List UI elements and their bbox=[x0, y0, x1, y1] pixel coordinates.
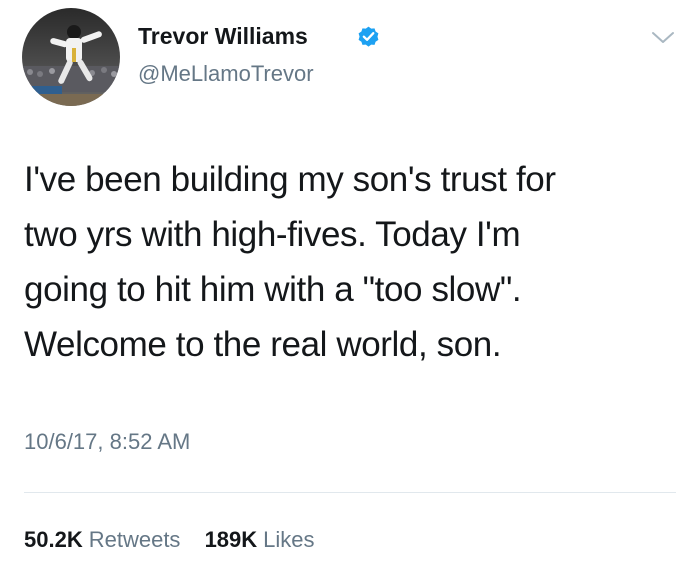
tweet-text: I've been building my son's trust for tw… bbox=[24, 160, 556, 364]
likes-label: Likes bbox=[263, 527, 315, 552]
user-handle[interactable]: @MeLlamoTrevor bbox=[138, 60, 314, 88]
retweets-stat[interactable]: 50.2K Retweets bbox=[24, 526, 180, 554]
verified-badge-icon bbox=[358, 26, 379, 47]
tweet-timestamp[interactable]: 10/6/17, 8:52 AM bbox=[24, 428, 190, 456]
avatar-photo bbox=[22, 8, 120, 106]
likes-count: 189K bbox=[204, 527, 258, 552]
retweets-label: Retweets bbox=[88, 527, 181, 552]
tweet-stats: 50.2K Retweets 189K Likes bbox=[24, 526, 333, 554]
display-name[interactable]: Trevor Williams bbox=[138, 22, 308, 50]
retweets-count: 50.2K bbox=[24, 527, 83, 552]
avatar[interactable] bbox=[22, 8, 120, 106]
likes-stat[interactable]: 189K Likes bbox=[205, 526, 315, 554]
chevron-down-icon[interactable] bbox=[650, 30, 676, 46]
tweet-card: Trevor Williams @MeLlamoTrevor I've been… bbox=[0, 0, 700, 586]
divider bbox=[24, 492, 676, 493]
